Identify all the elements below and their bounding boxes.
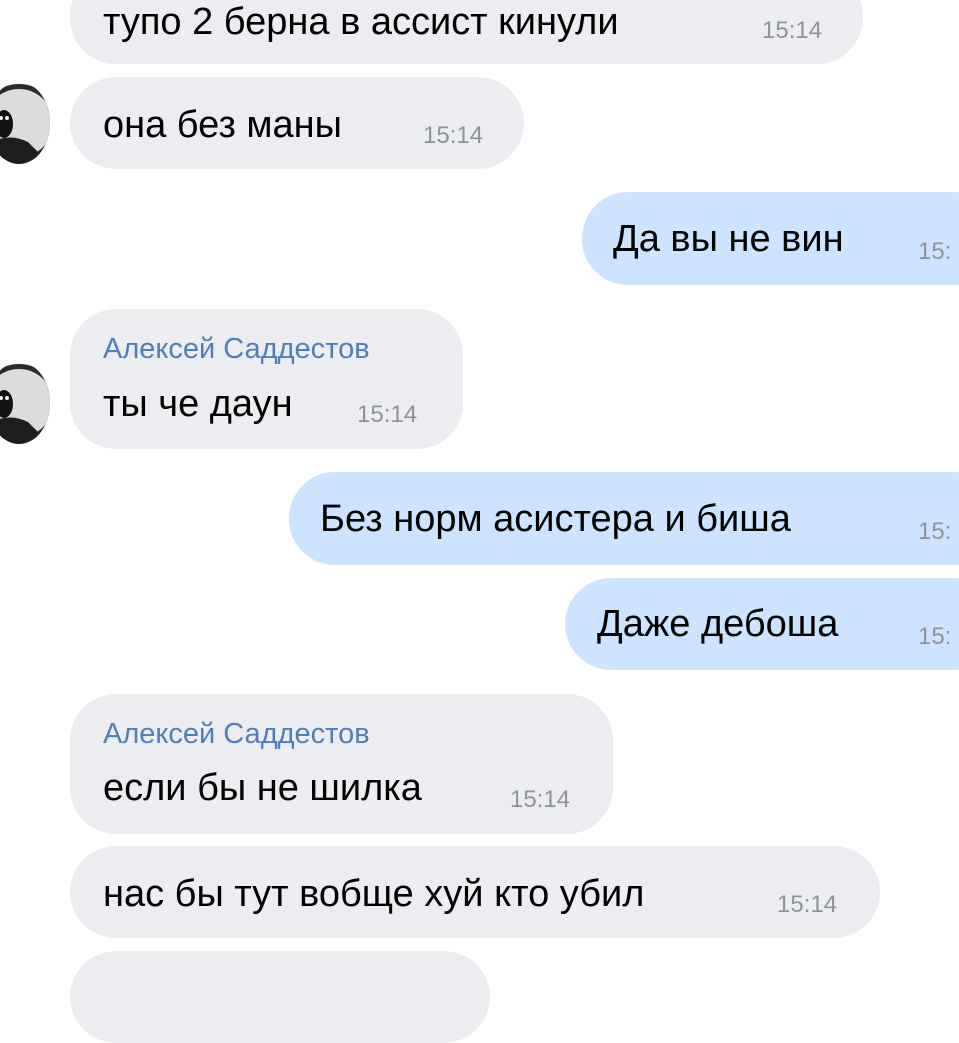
message-bubble-incoming[interactable] — [70, 951, 490, 1043]
message-text: Без норм асистера и биша — [320, 498, 791, 540]
message-bubble-outgoing[interactable]: Даже дебоша 15: — [565, 578, 959, 670]
message-bubble-incoming[interactable]: она без маны 15:14 — [70, 77, 524, 169]
message-text: Даже дебоша — [597, 603, 839, 645]
message-bubble-outgoing[interactable]: Без норм асистера и биша 15: — [289, 472, 959, 565]
message-bubble-incoming[interactable]: Алексей Саддестов если бы не шилка 15:14 — [70, 694, 613, 834]
message-timestamp: 15: — [918, 238, 952, 265]
message-timestamp: 15:14 — [510, 786, 571, 813]
message-timestamp: 15:14 — [357, 401, 418, 428]
chat-history[interactable]: тупо 2 берна в ассист кинули 15:14 она б… — [0, 0, 959, 1043]
message-timestamp: 15:14 — [423, 122, 484, 149]
message-bubble-outgoing[interactable]: Да вы не вин 15: — [582, 192, 959, 285]
message-timestamp: 15:14 — [777, 891, 838, 918]
contact-avatar[interactable] — [0, 82, 50, 164]
message-bubble-incoming[interactable]: Алексей Саддестов ты че даун 15:14 — [70, 309, 463, 449]
sender-name[interactable]: Алексей Саддестов — [103, 332, 370, 366]
message-text: она без маны — [103, 104, 342, 146]
message-timestamp: 15: — [918, 623, 952, 650]
message-text: нас бы тут вобще хуй кто убил — [103, 873, 645, 915]
message-bubble-incoming[interactable]: тупо 2 берна в ассист кинули 15:14 — [70, 0, 863, 64]
sender-name[interactable]: Алексей Саддестов — [103, 717, 370, 751]
message-timestamp: 15:14 — [762, 17, 823, 44]
contact-avatar[interactable] — [0, 362, 50, 444]
message-text: если бы не шилка — [103, 767, 422, 809]
message-text: Да вы не вин — [613, 218, 844, 260]
message-bubble-incoming[interactable]: нас бы тут вобще хуй кто убил 15:14 — [70, 846, 880, 938]
message-text: тупо 2 берна в ассист кинули — [103, 1, 619, 43]
message-text: ты че даун — [103, 383, 293, 425]
message-timestamp: 15: — [918, 518, 952, 545]
